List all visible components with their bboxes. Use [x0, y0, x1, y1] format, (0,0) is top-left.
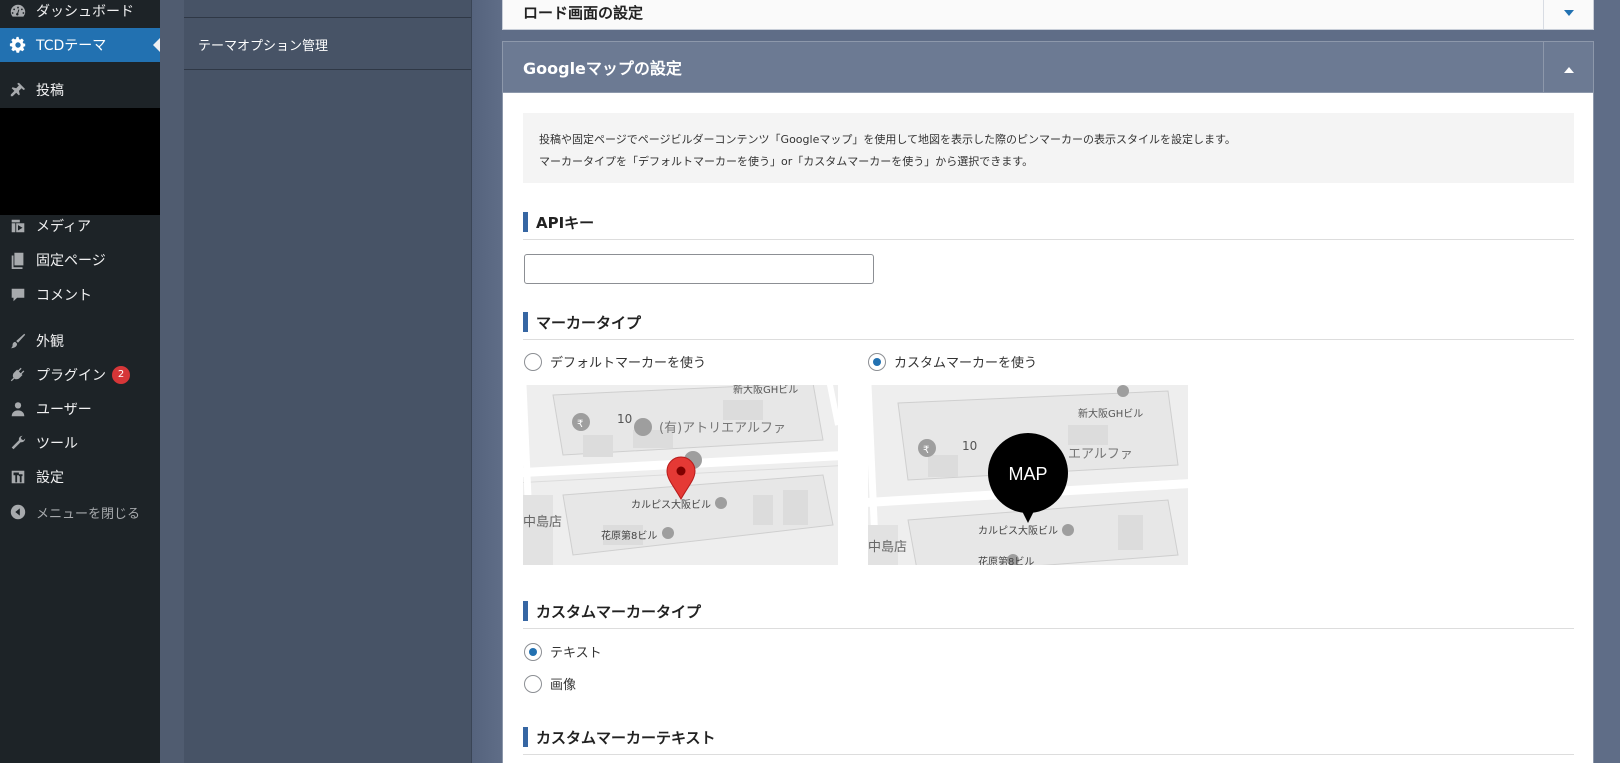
admin-sidebar: ダッシュボード TCDテーマ 投稿 メディア 固定ページ コメント 外観 プラグ…	[0, 0, 160, 763]
google-map-settings-panel: 投稿や固定ページでページビルダーコンテンツ「Googleマップ」を使用して地図を…	[502, 93, 1594, 763]
map-label: 10	[962, 439, 977, 453]
brush-icon	[0, 332, 36, 350]
chevron-down-icon	[1563, 10, 1574, 16]
radio-button[interactable]	[868, 352, 886, 371]
sidebar-item-posts[interactable]: 投稿	[0, 73, 160, 107]
sidebar-item-label: メディア	[36, 219, 92, 235]
sidebar-item-dashboard[interactable]: ダッシュボード	[0, 0, 160, 28]
map-label: 新大阪GHビル	[1078, 407, 1143, 420]
sidebar-item-media[interactable]: メディア	[0, 209, 160, 243]
radio-custom-marker[interactable]: カスタムマーカーを使う	[868, 352, 1037, 371]
panel-shadow	[472, 0, 502, 763]
map-label: (有)アトリエアルファ	[659, 421, 786, 436]
map-label: カルピス大阪ビル	[631, 498, 711, 511]
sidebar-item-label: コメント	[36, 288, 92, 304]
map-label: 新大阪GHビル	[733, 385, 798, 396]
gear-icon	[0, 36, 36, 54]
section-title-marker-type: マーカータイプ	[523, 312, 1574, 340]
sidebar-item-label: TCDテーマ	[36, 38, 107, 54]
custom-marker-preview: ₹ 10 新大阪GHビル エアルファ カルピス大阪ビル 花原第8ビル 中島店 M…	[868, 385, 1188, 565]
sidebar-item-label: 外観	[36, 334, 64, 350]
description-line: 投稿や固定ページでページビルダーコンテンツ「Googleマップ」を使用して地図を…	[539, 133, 1236, 146]
map-label: カルピス大阪ビル	[978, 524, 1058, 537]
description-box: 投稿や固定ページでページビルダーコンテンツ「Googleマップ」を使用して地図を…	[523, 113, 1574, 183]
radio-marker-text[interactable]: テキスト	[524, 642, 602, 661]
sidebar-item-comments[interactable]: コメント	[0, 278, 160, 312]
sidebar-item-plugins[interactable]: プラグイン 2	[0, 358, 160, 392]
accordion-load-screen[interactable]: ロード画面の設定	[502, 0, 1594, 30]
collapse-icon	[0, 503, 36, 521]
radio-label: カスタムマーカーを使う	[894, 356, 1038, 371]
sidebar-item-tcd-theme[interactable]: TCDテーマ	[0, 28, 160, 62]
sidebar-item-label: ツール	[36, 436, 78, 452]
radio-default-marker[interactable]: デフォルトマーカーを使う	[524, 352, 706, 371]
plugin-icon	[0, 366, 36, 384]
settings-icon	[0, 468, 36, 486]
section-title-api-key: APIキー	[523, 212, 1574, 240]
radio-marker-image[interactable]: 画像	[524, 674, 576, 693]
sidebar-item-label: ユーザー	[36, 402, 92, 418]
sidebar-item-pages[interactable]: 固定ページ	[0, 243, 160, 277]
page-icon	[0, 251, 36, 269]
accordion-toggle[interactable]	[1543, 42, 1593, 92]
radio-label: テキスト	[550, 646, 602, 661]
radio-button[interactable]	[524, 642, 542, 661]
map-label: 花原第8ビル	[978, 555, 1034, 565]
wrench-icon	[0, 434, 36, 452]
map-label: エアルファ	[1068, 447, 1133, 462]
map-label: 花原第8ビル	[601, 529, 657, 542]
theme-options-menu: テーマオプション管理	[184, 0, 472, 763]
media-icon	[0, 217, 36, 235]
theme-options-menu-header	[184, 0, 471, 18]
collapse-menu-button[interactable]: メニューを閉じる	[0, 495, 160, 529]
sidebar-item-appearance[interactable]: 外観	[0, 324, 160, 358]
redacted-area	[0, 108, 160, 215]
api-key-input[interactable]	[524, 254, 874, 284]
radio-label: デフォルトマーカーを使う	[550, 356, 707, 371]
section-title-custom-marker-text: カスタムマーカーテキスト	[523, 727, 1574, 755]
sidebar-item-settings[interactable]: 設定	[0, 460, 160, 494]
accordion-title: ロード画面の設定	[523, 3, 644, 22]
sidebar-item-label: メニューを閉じる	[36, 506, 141, 522]
pin-icon	[0, 81, 36, 99]
menu-item-theme-options-manage[interactable]: テーマオプション管理	[184, 19, 471, 70]
section-title-custom-marker-type: カスタムマーカータイプ	[523, 601, 1574, 629]
map-label: 中島店	[868, 540, 907, 555]
default-marker-preview: ₹ 10 (有)アトリエアルファ 新大阪GHビル カルピス大阪ビル 花原第8ビル…	[523, 385, 838, 565]
description-line: マーカータイプを「デフォルトマーカーを使う」or「カスタムマーカーを使う」から選…	[539, 155, 1034, 168]
menu-item-label: テーマオプション管理	[198, 38, 329, 54]
map-poi-label: ₹	[577, 419, 583, 430]
update-count-badge: 2	[112, 366, 130, 384]
sidebar-item-label: 設定	[36, 470, 64, 486]
content-gutter	[160, 0, 184, 763]
user-icon	[0, 400, 36, 418]
sidebar-item-users[interactable]: ユーザー	[0, 392, 160, 426]
custom-marker-text: MAP	[1008, 464, 1047, 484]
comment-icon	[0, 286, 36, 304]
radio-button[interactable]	[524, 674, 542, 693]
map-label: 中島店	[523, 515, 562, 530]
radio-button[interactable]	[524, 352, 542, 371]
sidebar-item-label: プラグイン	[36, 368, 106, 384]
sidebar-item-label: 投稿	[36, 83, 64, 99]
map-poi-label: ₹	[923, 445, 929, 456]
map-label: 10	[617, 412, 632, 426]
chevron-up-icon	[1563, 67, 1574, 73]
accordion-google-map[interactable]: Googleマップの設定	[502, 41, 1594, 93]
dashboard-icon	[0, 2, 36, 20]
accordion-toggle[interactable]	[1543, 0, 1593, 29]
sidebar-item-label: 固定ページ	[36, 253, 106, 269]
radio-label: 画像	[550, 678, 577, 693]
sidebar-item-label: ダッシュボード	[36, 4, 134, 20]
sidebar-item-tools[interactable]: ツール	[0, 426, 160, 460]
accordion-title: Googleマップの設定	[523, 59, 682, 78]
